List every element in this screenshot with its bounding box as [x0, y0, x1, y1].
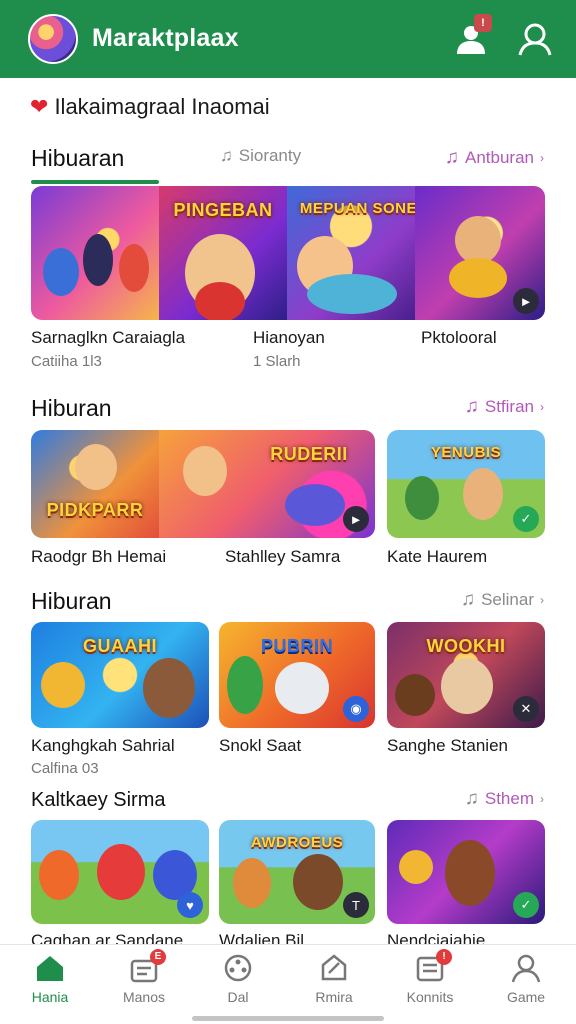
see-more-link[interactable]: ♫ Selinar ›	[461, 589, 544, 611]
section-title: Hiburan	[31, 395, 112, 421]
music-note-icon: ♫	[464, 788, 479, 809]
nav-badge: !	[436, 949, 452, 965]
tag-icon	[321, 954, 347, 981]
game-art-title: RUDERII	[270, 444, 348, 464]
game-title[interactable]: Stahlley Samra	[225, 547, 340, 567]
game-thumbnail[interactable]: WOOKHI ✕	[387, 622, 545, 728]
nav-home[interactable]: Hania	[2, 951, 98, 1005]
game-badge-icon: ♥	[177, 892, 203, 918]
music-note-icon: ♫	[464, 396, 479, 417]
game-thumbnail[interactable]	[31, 186, 159, 320]
game-title[interactable]: Pktolooral	[421, 328, 497, 348]
game-title[interactable]: Sanghe Stanien	[387, 736, 508, 756]
close-icon: ✕	[513, 696, 539, 722]
game-badge-icon: ◉	[343, 696, 369, 722]
notification-badge: !	[474, 14, 492, 32]
chevron-icon: ›	[540, 593, 544, 607]
tab-hibuaran[interactable]: Hibuaran	[31, 145, 124, 172]
promo-banner[interactable]: ❤ Ilakaimagraal Inaomai	[30, 93, 270, 121]
game-thumbnail[interactable]: GUAAHI	[31, 622, 209, 728]
chevron-icon: ›	[540, 400, 544, 414]
game-thumbnail[interactable]: MEPUAN SONEARS	[287, 186, 415, 320]
home-indicator	[192, 1016, 384, 1021]
nav-game[interactable]: Game	[478, 951, 574, 1005]
nav-konnits[interactable]: ! Konnits	[382, 949, 478, 1005]
game-art-title: PINGEBAN	[173, 200, 273, 220]
banner-text: Ilakaimagraal Inaomai	[54, 94, 270, 119]
home-icon	[37, 956, 63, 981]
account-button[interactable]	[516, 20, 554, 58]
app-title: Maraktplaax	[92, 24, 239, 52]
bottom-navigation: Hania E Manos Dal Rmira ! Konnits Game	[0, 944, 576, 1024]
game-thumbnail[interactable]: PUBRIN ◉	[219, 622, 375, 728]
user-icon	[511, 954, 541, 983]
game-thumbnail[interactable]: ►	[415, 186, 545, 320]
check-icon: ✓	[513, 506, 539, 532]
nav-manos[interactable]: E Manos	[96, 949, 192, 1005]
tab-antburan[interactable]: ♫ Antburan ›	[445, 147, 544, 169]
film-reel-icon	[224, 954, 252, 982]
game-subtitle: 1 Slarh	[253, 353, 301, 370]
game-title[interactable]: Snokl Saat	[219, 736, 301, 756]
game-art-title: MEPUAN SONEARS	[299, 200, 415, 217]
game-art-title: PUBRIN	[260, 636, 334, 656]
game-thumbnail[interactable]: RUDERII ►	[159, 430, 375, 538]
check-icon: ✓	[513, 892, 539, 918]
nav-dal[interactable]: Dal	[190, 951, 286, 1005]
game-title[interactable]: Kanghgkah Sahrial	[31, 736, 175, 756]
text-icon: T	[343, 892, 369, 918]
heart-icon: ❤	[30, 94, 49, 119]
game-art-title: YENUBIS	[430, 444, 502, 461]
music-note-icon: ♫	[460, 589, 476, 610]
nav-rmira[interactable]: Rmira	[286, 951, 382, 1005]
nav-badge: E	[150, 949, 166, 965]
game-art-title: PIDKPARR	[46, 500, 144, 520]
music-note-icon: ♫	[444, 147, 459, 168]
music-note-icon: ♫	[220, 146, 233, 165]
play-icon: ►	[513, 288, 539, 314]
play-icon: ►	[343, 506, 369, 532]
game-thumbnail[interactable]: AWDROEUS T	[219, 820, 375, 924]
see-more-link[interactable]: ♫ Sthem ›	[465, 788, 544, 810]
game-thumbnail[interactable]: ♥	[31, 820, 209, 924]
game-subtitle: Calfina 03	[31, 760, 99, 777]
game-thumbnail[interactable]: PIDKPARR	[31, 430, 159, 538]
app-header: Maraktplaax !	[0, 0, 576, 78]
chevron-icon: ›	[540, 151, 544, 165]
see-more-link[interactable]: ♫ Stfiran ›	[465, 396, 544, 418]
game-art-title: GUAAHI	[83, 636, 157, 656]
game-title[interactable]: Raodgr Bh Hemai	[31, 547, 166, 567]
chevron-icon: ›	[540, 792, 544, 806]
game-thumbnail[interactable]: ✓	[387, 820, 545, 924]
game-art-title: WOOKHI	[426, 636, 506, 656]
tab-sioranty[interactable]: ♫ Sioranty	[220, 146, 301, 166]
app-logo[interactable]	[28, 14, 78, 64]
game-thumbnail[interactable]: PINGEBAN	[159, 186, 287, 320]
section-title: Kaltkaey Sirma	[31, 789, 166, 811]
active-tab-indicator	[31, 180, 159, 184]
game-title[interactable]: Kate Haurem	[387, 547, 487, 567]
game-subtitle: Catiiha 1l3	[31, 353, 102, 370]
user-outline-icon	[518, 23, 552, 56]
game-thumbnail[interactable]: YENUBIS ✓	[387, 430, 545, 538]
game-title[interactable]: Hianoyan	[253, 328, 325, 348]
section-title: Hiburan	[31, 588, 112, 614]
game-art-title: AWDROEUS	[250, 834, 344, 851]
profile-notification-button[interactable]: !	[452, 14, 492, 58]
game-title[interactable]: Sarnaglkn Caraiagla	[31, 328, 185, 348]
